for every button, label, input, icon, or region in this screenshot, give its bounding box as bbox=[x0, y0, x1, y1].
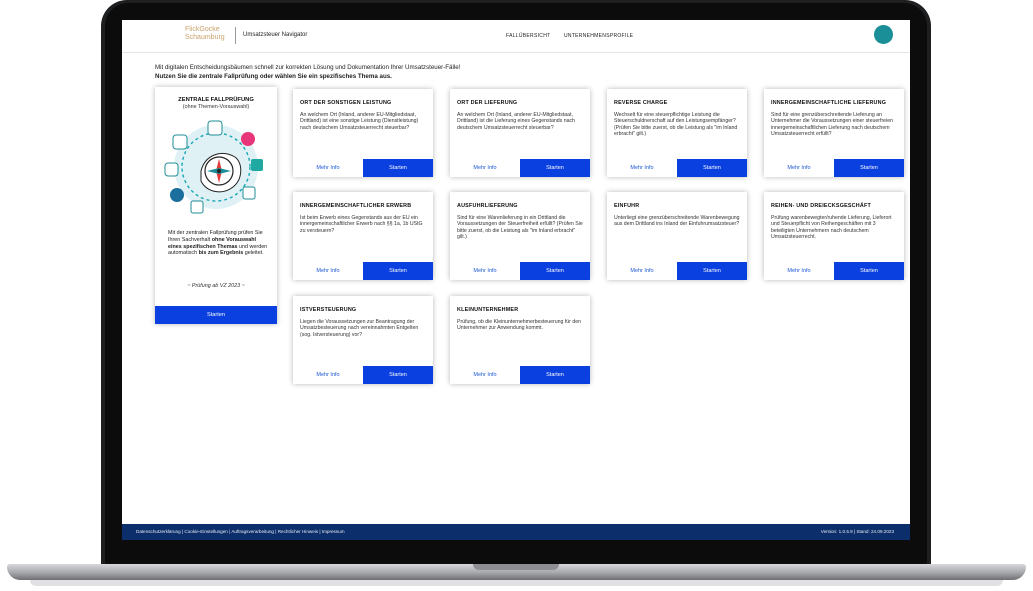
card-ort-sonstige-leistung: ORT DER SONSTIGEN LEISTUNG An welchem Or… bbox=[293, 89, 433, 177]
start-button[interactable]: Starten bbox=[363, 159, 433, 177]
user-avatar[interactable] bbox=[874, 25, 893, 44]
mehr-info-link[interactable]: Mehr Info bbox=[607, 262, 677, 280]
start-button[interactable]: Starten bbox=[677, 262, 747, 280]
mehr-info-link[interactable]: Mehr Info bbox=[450, 366, 520, 384]
zentrale-description: Mit der zentralen Fallprüfung prüfen Sie… bbox=[168, 230, 268, 257]
intro-text: Mit digitalen Entscheidungsbäumen schnel… bbox=[155, 64, 460, 81]
card-title: ORT DER SONSTIGEN LEISTUNG bbox=[300, 100, 392, 106]
card-description: Unterliegt eine grenzüberschreitende War… bbox=[614, 215, 740, 228]
zentrale-subtitle: (ohne Themen-Vorauswahl) bbox=[182, 104, 250, 110]
card-description: Wechselt für eine steuerpflichtige Leist… bbox=[614, 112, 738, 138]
intro-line-2: Nutzen Sie die zentrale Fallprüfung oder… bbox=[155, 72, 392, 80]
card-title: AUSFUHRLIEFERUNG bbox=[457, 203, 518, 209]
card-title: ORT DER LIEFERUNG bbox=[457, 100, 518, 106]
card-title: KLEINUNTERNEHMER bbox=[457, 307, 519, 313]
nav-fall-uebersicht[interactable]: FALLÜBERSICHT bbox=[506, 33, 550, 39]
start-button[interactable]: Starten bbox=[520, 262, 590, 280]
card-title: INNERGEMEINSCHAFTLICHER ERWERB bbox=[300, 203, 412, 209]
mehr-info-link[interactable]: Mehr Info bbox=[764, 262, 834, 280]
card-description: Prüfung, ob die Kleinunternehmerbesteuer… bbox=[457, 319, 582, 332]
start-button[interactable]: Starten bbox=[363, 366, 433, 384]
zentrale-text-d: bis zum Ergebnis bbox=[198, 250, 244, 257]
card-ort-lieferung: ORT DER LIEFERUNG An welchem Ort (Inland… bbox=[450, 89, 590, 177]
app-name: Umsatzsteuer Navigator bbox=[243, 32, 308, 38]
laptop-notch bbox=[473, 564, 559, 570]
card-description: Liegen die Voraussetzungen zur Beantragu… bbox=[300, 319, 419, 338]
card-title: REVERSE CHARGE bbox=[614, 100, 668, 106]
start-button[interactable]: Starten bbox=[520, 159, 590, 177]
card-description: Sind für eine Warenlieferung in ein Drit… bbox=[457, 215, 583, 241]
zentrale-start-button[interactable]: Starten bbox=[155, 306, 277, 324]
compass-illustration bbox=[164, 120, 263, 214]
app-header: FlickGocke Schaumburg Umsatzsteuer Navig… bbox=[122, 20, 910, 53]
brand-logo[interactable]: FlickGocke Schaumburg bbox=[185, 26, 233, 42]
app-screen: FlickGocke Schaumburg Umsatzsteuer Navig… bbox=[122, 20, 910, 540]
card-innergemeinschaftliche-lieferung: INNERGEMEINSCHAFTLICHE LIEFERUNG Sind fü… bbox=[764, 89, 904, 177]
card-title: REIHEN- UND DREIECKSGESCHÄFT bbox=[771, 203, 871, 209]
logo-divider bbox=[235, 27, 236, 44]
app-footer: Datenschutzerklärung | Cookie-Einstellun… bbox=[122, 524, 910, 540]
mehr-info-link[interactable]: Mehr Info bbox=[450, 159, 520, 177]
card-ausfuhrlieferung: AUSFUHRLIEFERUNG Sind für eine Warenlief… bbox=[450, 192, 590, 280]
mehr-info-link[interactable]: Mehr Info bbox=[607, 159, 677, 177]
nav-unternehmensprofile[interactable]: UNTERNEHMENSPROFILE bbox=[564, 33, 633, 39]
zentrale-title: ZENTRALE FALLPRÜFUNG bbox=[178, 97, 254, 103]
zentrale-note: ~ Prüfung ab VZ 2023 ~ bbox=[187, 283, 245, 289]
card-reihen-dreiecksgeschaeft: REIHEN- UND DREIECKSGESCHÄFT Prüfung war… bbox=[764, 192, 904, 280]
mehr-info-link[interactable]: Mehr Info bbox=[450, 262, 520, 280]
card-description: An welchem Ort (Inland, anderer EU-Mitgl… bbox=[457, 112, 575, 131]
card-einfuhr: EINFUHR Unterliegt eine grenzüberschreit… bbox=[607, 192, 747, 280]
card-innergemeinschaftlicher-erwerb: INNERGEMEINSCHAFTLICHER ERWERB Ist beim … bbox=[293, 192, 433, 280]
card-description: Sind für eine grenzüberschreitende Liefe… bbox=[771, 112, 893, 138]
mehr-info-link[interactable]: Mehr Info bbox=[764, 159, 834, 177]
card-description: Ist beim Erwerb eines Gegenstands aus de… bbox=[300, 215, 423, 234]
start-button[interactable]: Starten bbox=[834, 262, 904, 280]
card-zentrale-fallpruefung: ZENTRALE FALLPRÜFUNG (ohne Themen-Voraus… bbox=[155, 87, 277, 324]
mehr-info-link[interactable]: Mehr Info bbox=[293, 366, 363, 384]
mehr-info-link[interactable]: Mehr Info bbox=[293, 159, 363, 177]
card-description: An welchem Ort (Inland, anderer EU-Mitgl… bbox=[300, 112, 419, 131]
card-istversteuerung: ISTVERSTEUERUNG Liegen die Voraussetzung… bbox=[293, 296, 433, 384]
card-reverse-charge: REVERSE CHARGE Wechselt für eine steuerp… bbox=[607, 89, 747, 177]
intro-line-1: Mit digitalen Entscheidungsbäumen schnel… bbox=[155, 64, 461, 71]
start-button[interactable]: Starten bbox=[834, 159, 904, 177]
laptop-base bbox=[7, 564, 1026, 580]
card-description: Prüfung warenbewegter/ruhende Lieferung,… bbox=[771, 215, 892, 241]
start-button[interactable]: Starten bbox=[677, 159, 747, 177]
mehr-info-link[interactable]: Mehr Info bbox=[293, 262, 363, 280]
start-button[interactable]: Starten bbox=[520, 366, 590, 384]
zentrale-text-e: geleitet. bbox=[243, 250, 264, 257]
logo-line-1: FlickGocke bbox=[185, 26, 220, 33]
card-title: EINFUHR bbox=[614, 203, 640, 209]
card-kleinunternehmer: KLEINUNTERNEHMER Prüfung, ob die Kleinun… bbox=[450, 296, 590, 384]
laptop-shadow bbox=[30, 580, 1003, 586]
footer-version: Version: 1.0.5.9 | Stand: 24.09.2023 bbox=[820, 529, 894, 534]
card-title: INNERGEMEINSCHAFTLICHE LIEFERUNG bbox=[771, 100, 887, 106]
footer-links[interactable]: Datenschutzerklärung | Cookie-Einstellun… bbox=[136, 529, 345, 534]
card-title: ISTVERSTEUERUNG bbox=[300, 307, 357, 313]
logo-line-2: Schaumburg bbox=[185, 34, 225, 41]
start-button[interactable]: Starten bbox=[363, 262, 433, 280]
